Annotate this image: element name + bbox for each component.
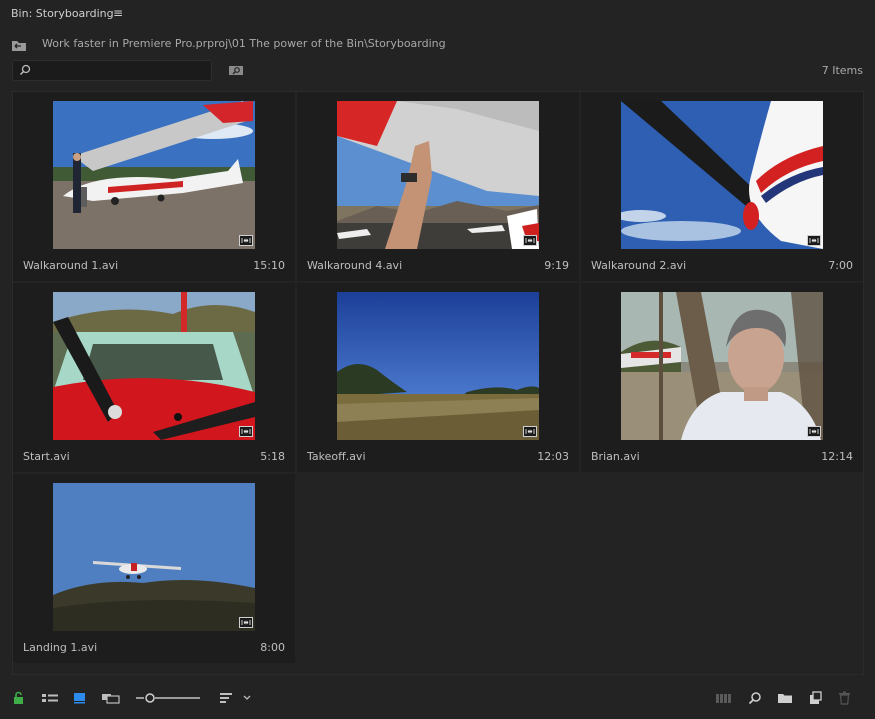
list-view-icon[interactable] — [41, 690, 59, 709]
sort-icon[interactable] — [219, 690, 251, 709]
clip-item[interactable]: Landing 1.avi 8:00 — [13, 474, 295, 663]
clip-thumbnail[interactable] — [337, 101, 539, 249]
new-bin-icon[interactable] — [777, 690, 793, 709]
clip-name: Walkaround 1.avi — [23, 259, 119, 272]
clip-duration: 9:19 — [544, 259, 569, 272]
panel-title[interactable]: Bin: Storyboarding — [11, 7, 114, 20]
plane-flying-thumbnail — [53, 483, 255, 631]
clip-item[interactable]: Walkaround 1.avi 15:10 — [13, 92, 295, 281]
plane-walkaround-thumbnail — [53, 101, 255, 249]
clip-name: Walkaround 4.avi — [307, 259, 403, 272]
clip-duration: 15:10 — [253, 259, 285, 272]
clip-duration: 12:03 — [537, 450, 569, 463]
zoom-slider[interactable] — [136, 690, 202, 709]
clip-duration: 8:00 — [260, 641, 285, 654]
clip-duration: 7:00 — [828, 259, 853, 272]
clip-thumbnail[interactable] — [53, 101, 255, 249]
av-clip-icon — [239, 617, 253, 628]
clip-duration: 12:14 — [821, 450, 853, 463]
av-clip-icon — [239, 426, 253, 437]
search-field[interactable] — [12, 60, 212, 81]
av-clip-icon — [523, 426, 537, 437]
automate-to-sequence-icon — [715, 690, 733, 709]
wing-hand-thumbnail — [337, 101, 539, 249]
clip-name: Walkaround 2.avi — [591, 259, 687, 272]
clip-name: Landing 1.avi — [23, 641, 98, 654]
lock-icon[interactable] — [13, 690, 24, 709]
clip-grid: Walkaround 1.avi 15:10 Walkaround 4.avi … — [12, 91, 864, 675]
clip-item[interactable]: Walkaround 2.avi 7:00 — [581, 92, 863, 281]
av-clip-icon — [239, 235, 253, 246]
find-icon[interactable] — [228, 62, 244, 81]
new-item-icon[interactable] — [808, 690, 822, 709]
clip-item[interactable]: Walkaround 4.avi 9:19 — [297, 92, 579, 281]
cockpit-propeller-thumbnail — [53, 292, 255, 440]
man-portrait-thumbnail — [621, 292, 823, 440]
propeller-sky-thumbnail — [621, 101, 823, 249]
bottom-toolbar — [0, 690, 875, 712]
clip-item[interactable]: Start.avi 5:18 — [13, 283, 295, 472]
clip-name: Takeoff.avi — [307, 450, 366, 463]
parent-folder-icon[interactable] — [11, 37, 27, 56]
find-icon[interactable] — [748, 690, 762, 709]
clip-name: Start.avi — [23, 450, 70, 463]
clip-thumbnail[interactable] — [621, 292, 823, 440]
icon-view-icon[interactable] — [73, 690, 87, 709]
search-icon — [19, 64, 31, 76]
av-clip-icon — [807, 426, 821, 437]
clip-item[interactable]: Brian.avi 12:14 — [581, 283, 863, 472]
clip-duration: 5:18 — [260, 450, 285, 463]
av-clip-icon — [807, 235, 821, 246]
clip-thumbnail[interactable] — [53, 483, 255, 631]
av-clip-icon — [523, 235, 537, 246]
clip-name: Brian.avi — [591, 450, 640, 463]
trash-icon — [838, 690, 851, 709]
hamburger-icon[interactable]: ≡ — [113, 6, 123, 20]
clip-thumbnail[interactable] — [53, 292, 255, 440]
clip-item[interactable]: Takeoff.avi 12:03 — [297, 283, 579, 472]
item-count: 7 Items — [821, 64, 863, 77]
path-text: Work faster in Premiere Pro.prproj\01 Th… — [42, 37, 446, 50]
freeform-view-icon[interactable] — [101, 690, 121, 709]
runway-field-thumbnail — [337, 292, 539, 440]
clip-thumbnail[interactable] — [337, 292, 539, 440]
panel-header: Bin: Storyboarding ≡ — [0, 0, 875, 28]
clip-thumbnail[interactable] — [621, 101, 823, 249]
